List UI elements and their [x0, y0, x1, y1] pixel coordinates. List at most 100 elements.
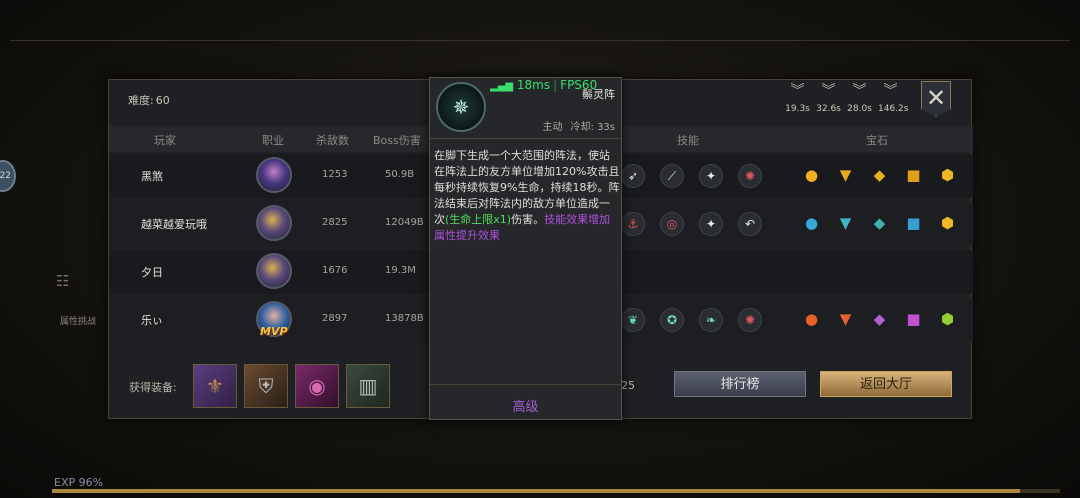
- buff-timer: ︾ 32.6s: [816, 83, 841, 115]
- chevron-rank-icon: ︾: [852, 83, 867, 99]
- return-lobby-button[interactable]: 返回大厅: [820, 371, 952, 397]
- leaf-skill-icon[interactable]: ❧: [699, 308, 723, 332]
- boss-damage: 50.9B: [385, 169, 415, 180]
- signal-icon: ▂▄▆: [490, 81, 514, 92]
- star-skill-icon[interactable]: ✦: [699, 212, 723, 236]
- shoulder-armor-icon[interactable]: ⛨: [244, 364, 288, 408]
- gauntlet-equipment-icon[interactable]: ▥: [346, 364, 390, 408]
- slash-skill-icon[interactable]: ⟋: [660, 164, 684, 188]
- player-name: 乐ぃ: [141, 314, 163, 327]
- target-skill-icon[interactable]: ◎: [660, 212, 684, 236]
- square-gem-icon[interactable]: ■: [905, 215, 922, 232]
- top-divider: [10, 40, 1070, 41]
- difficulty: 难度: 60: [126, 92, 170, 108]
- tooltip-divider: [430, 384, 621, 385]
- square-gem-icon[interactable]: ■: [905, 167, 922, 184]
- ring-equipment-icon[interactable]: ◉: [295, 364, 339, 408]
- chevron-rank-icon: ︾: [883, 83, 898, 99]
- header-skills: 技能: [677, 134, 699, 147]
- cloak-equipment-icon[interactable]: ⚜: [193, 364, 237, 408]
- ping-value: 18ms: [516, 78, 551, 92]
- skill-type: 主动: [542, 122, 563, 133]
- buff-time: 32.6s: [816, 104, 841, 114]
- skill-tooltip: ✵ ▂▄▆ 18ms | FPS60 鬃灵阵 主动 冷却: 33s 在脚下生成一个大范…: [429, 77, 622, 420]
- buff-timer: ︾ 146.2s: [878, 83, 909, 115]
- kill-count: 1676: [322, 265, 348, 276]
- leaderboard-button[interactable]: 排行榜: [674, 371, 806, 397]
- orb-skill-icon[interactable]: ✪: [660, 308, 684, 332]
- buff-time: 28.0s: [847, 104, 872, 114]
- buff-timer: ︾ 28.0s: [847, 83, 872, 115]
- flame-skill-icon[interactable]: ✺: [738, 308, 762, 332]
- skill-list: ⚓ ◎ ✦ ↶: [621, 212, 762, 236]
- chat-icon[interactable]: ☷: [56, 272, 80, 292]
- class-avatar: [256, 253, 292, 289]
- circle-gem-icon[interactable]: ●: [803, 167, 820, 184]
- gem-list: ● ▼ ◆ ■ ⬢: [803, 215, 956, 232]
- loot-list: ⚜ ⛨ ◉ ▥: [193, 364, 390, 408]
- player-name: 夕日: [141, 266, 163, 279]
- exp-bar: [52, 489, 1060, 493]
- buff-timers: ︾ 19.3s ︾ 32.6s ︾ 28.0s ︾ 146.2s: [785, 83, 909, 115]
- attribute-challenge-label[interactable]: 属性挑战: [60, 314, 96, 327]
- exp-bar-fill: [52, 489, 1020, 493]
- side-level-badge[interactable]: 22: [0, 160, 16, 192]
- header-gems: 宝石: [866, 134, 888, 147]
- skill-description: 在脚下生成一个大范围的阵法，使站在阵法上的友方单位增加120%攻击且每秒持续恢复…: [434, 148, 620, 244]
- diamond-gem-icon[interactable]: ◆: [871, 311, 888, 328]
- circle-gem-icon[interactable]: ●: [803, 215, 820, 232]
- skill-meta: 主动 冷却: 33s: [543, 118, 615, 133]
- square-gem-icon[interactable]: ■: [905, 311, 922, 328]
- diamond-gem-icon[interactable]: ◆: [871, 215, 888, 232]
- buff-time: 146.2s: [878, 104, 909, 114]
- buff-time: 19.3s: [785, 104, 810, 114]
- triangle-gem-icon[interactable]: ▼: [837, 311, 854, 328]
- header-boss-damage: Boss伤害: [373, 134, 421, 147]
- player-name: 越菜越爱玩哦: [141, 218, 207, 231]
- advanced-tab[interactable]: 高级: [430, 396, 621, 415]
- tooltip-divider: [430, 138, 621, 139]
- compass-skill-icon: ✵: [436, 82, 486, 132]
- partial-number: 25: [621, 379, 635, 392]
- beast-skill-icon[interactable]: ❦: [621, 308, 645, 332]
- class-avatar: [256, 205, 292, 241]
- hexagon-gem-icon[interactable]: ⬢: [939, 311, 956, 328]
- buff-timer: ︾ 19.3s: [785, 83, 810, 115]
- header-player: 玩家: [154, 134, 176, 147]
- kill-count: 2825: [322, 217, 348, 228]
- skill-cooldown: 冷却: 33s: [570, 122, 615, 133]
- chevron-rank-icon: ︾: [790, 83, 805, 99]
- close-button[interactable]: ✕: [921, 81, 951, 117]
- desc-after: 伤害。: [511, 213, 545, 226]
- circle-gem-icon[interactable]: ●: [803, 311, 820, 328]
- hexagon-gem-icon[interactable]: ⬢: [939, 215, 956, 232]
- difficulty-value: 60: [155, 94, 170, 107]
- gem-list: ● ▼ ◆ ■ ⬢: [803, 311, 956, 328]
- skill-list: ❦ ✪ ❧ ✺: [621, 308, 762, 332]
- hexagon-gem-icon[interactable]: ⬢: [939, 167, 956, 184]
- kill-count: 2897: [322, 313, 348, 324]
- player-name: 黑煞: [141, 170, 163, 183]
- claw-skill-icon[interactable]: ➶: [621, 164, 645, 188]
- triangle-gem-icon[interactable]: ▼: [837, 215, 854, 232]
- boss-damage: 19.3M: [385, 265, 416, 276]
- desc-highlight: (生命上限x1): [445, 213, 512, 226]
- wing-skill-icon[interactable]: ↶: [738, 212, 762, 236]
- close-icon: ✕: [925, 84, 947, 112]
- gem-list: ● ▼ ◆ ■ ⬢: [803, 167, 956, 184]
- boss-damage: 12049B: [385, 217, 424, 228]
- header-class: 职业: [262, 134, 284, 147]
- chevron-rank-icon: ︾: [821, 83, 836, 99]
- skill-name: 鬃灵阵: [582, 88, 615, 101]
- kill-count: 1253: [322, 169, 348, 180]
- diamond-gem-icon[interactable]: ◆: [871, 167, 888, 184]
- star-skill-icon[interactable]: ✦: [699, 164, 723, 188]
- exp-text: EXP 96%: [54, 476, 104, 489]
- anchor-skill-icon[interactable]: ⚓: [621, 212, 645, 236]
- flame-skill-icon[interactable]: ✺: [738, 164, 762, 188]
- boss-damage: 13878B: [385, 313, 424, 324]
- loot-label: 获得装备:: [129, 381, 177, 394]
- header-kills: 杀敌数: [316, 134, 349, 147]
- triangle-gem-icon[interactable]: ▼: [837, 167, 854, 184]
- mvp-badge: MVP: [260, 325, 288, 338]
